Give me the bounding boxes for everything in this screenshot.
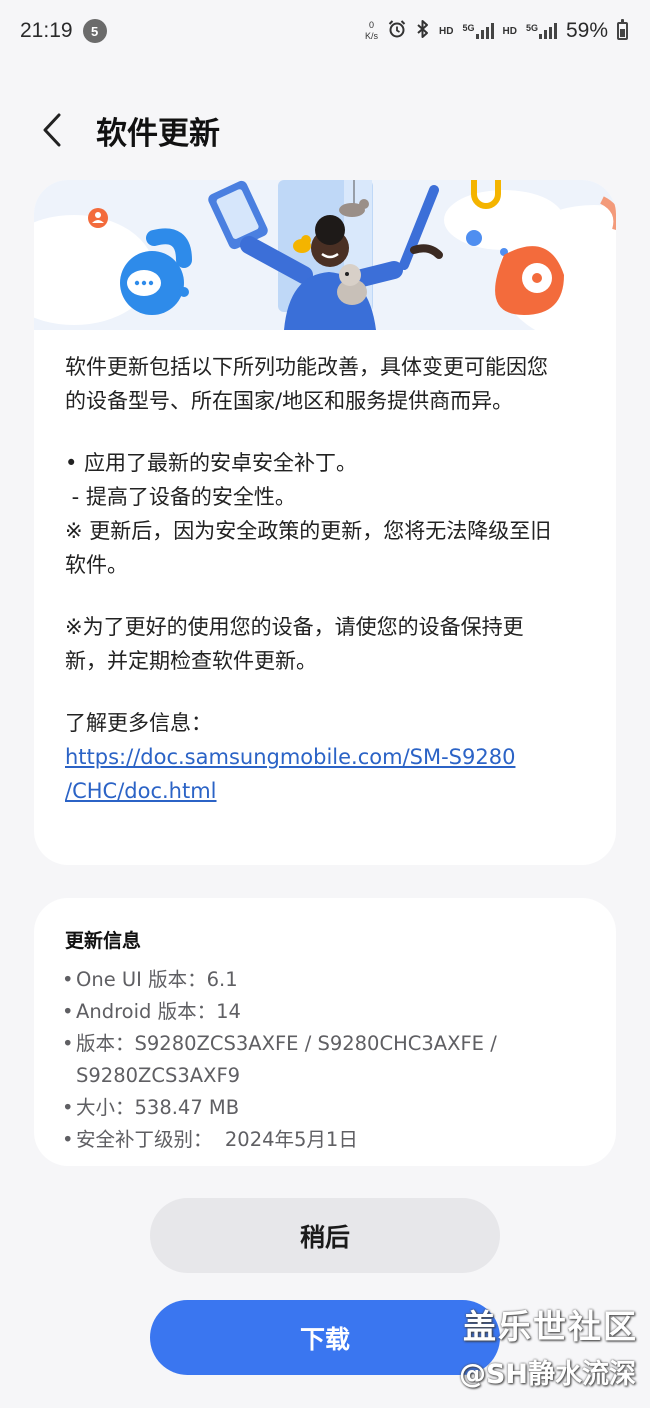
- network-speed-value: 0: [369, 20, 375, 30]
- info-row-oneui: • One UI 版本：6.1: [62, 964, 602, 996]
- bluetooth-icon: [416, 19, 430, 43]
- later-button[interactable]: 稍后: [150, 1198, 500, 1273]
- download-button[interactable]: 下载: [150, 1300, 500, 1375]
- intro-text-line-1: 软件更新包括以下所列功能改善，具体变更可能因您: [65, 355, 548, 379]
- build-version: 版本：S9280ZCS3AXFE / S9280CHC3AXFE /: [76, 1032, 497, 1055]
- update-info-list: • One UI 版本：6.1 • Android 版本：14 • 版本：S9280Z…: [62, 964, 602, 1156]
- hd-label-2: HD: [502, 25, 517, 37]
- network-type-label: 5G: [462, 23, 475, 33]
- bullet-security-patch: • 应用了最新的安卓安全补丁。: [65, 451, 358, 475]
- more-info-link[interactable]: https://doc.samsungmobile.com/SM-S9280: [65, 745, 515, 769]
- signal-icon: 5G: [462, 23, 494, 39]
- note-downgrade-line-1: ※ 更新后，因为安全政策的更新，您将无法降级至旧: [65, 519, 552, 543]
- network-speed: 0 K/s: [365, 20, 378, 42]
- battery-percent: 59%: [565, 19, 608, 42]
- status-time: 21:19: [20, 19, 73, 42]
- page-title: 软件更新: [96, 115, 220, 152]
- release-notes-text: 软件更新包括以下所列功能改善，具体变更可能因您 的设备型号、所在国家/地区和服务…: [65, 350, 595, 808]
- network-speed-unit: K/s: [365, 31, 379, 41]
- info-row-patch: • 安全补丁级别： 2024年5月1日: [62, 1124, 602, 1156]
- info-row-size: • 大小：538.47 MB: [62, 1092, 602, 1124]
- watermark-community: 盖乐世社区: [463, 1307, 638, 1346]
- update-size: 大小：538.47 MB: [76, 1096, 240, 1119]
- chevron-left-icon: [43, 113, 61, 147]
- watermark-author: @SH静水流深: [458, 1359, 636, 1390]
- battery-icon: [617, 19, 628, 40]
- signal-icon-2: 5G: [526, 23, 557, 39]
- build-version-continued: S9280ZCS3AXF9: [76, 1064, 241, 1087]
- note-keep-updated-line-2: 新，并定期检查软件更新。: [65, 649, 317, 673]
- status-bar: 21:19 5 0 K/s HD 5G HD 5G 59%: [0, 0, 650, 62]
- security-patch-level: 安全补丁级别： 2024年5月1日: [76, 1128, 358, 1151]
- network-type-label-2: 5G: [525, 23, 538, 33]
- more-info-link-continued[interactable]: /CHC/doc.html: [65, 779, 217, 803]
- hd-label: HD: [439, 25, 454, 37]
- note-keep-updated-line-1: ※为了更好的使用您的设备，请使您的设备保持更: [65, 615, 524, 639]
- info-row-android: • Android 版本：14: [62, 996, 602, 1028]
- intro-text-line-2: 的设备型号、所在国家/地区和服务提供商而异。: [65, 389, 514, 413]
- more-info-label: 了解更多信息：: [65, 711, 212, 735]
- update-info-title: 更新信息: [65, 930, 142, 952]
- release-notes-card: 软件更新包括以下所列功能改善，具体变更可能因您 的设备型号、所在国家/地区和服务…: [34, 180, 616, 865]
- info-row-build-continued: S9280ZCS3AXF9: [62, 1060, 602, 1092]
- oneui-version: One UI 版本：6.1: [76, 968, 238, 991]
- alarm-icon: [387, 19, 407, 43]
- android-version: Android 版本：14: [76, 1000, 241, 1023]
- update-illustration: [34, 180, 616, 330]
- app-header: 软件更新: [0, 92, 650, 168]
- bullet-security-patch-sub: - 提高了设备的安全性。: [65, 485, 296, 509]
- back-button[interactable]: [22, 100, 82, 160]
- notification-count-badge: 5: [82, 19, 107, 43]
- info-row-build: • 版本：S9280ZCS3AXFE / S9280CHC3AXFE /: [62, 1028, 602, 1060]
- update-info-card: 更新信息 • One UI 版本：6.1 • Android 版本：14 • 版本：S…: [34, 898, 616, 1166]
- note-downgrade-line-2: 软件。: [65, 553, 128, 577]
